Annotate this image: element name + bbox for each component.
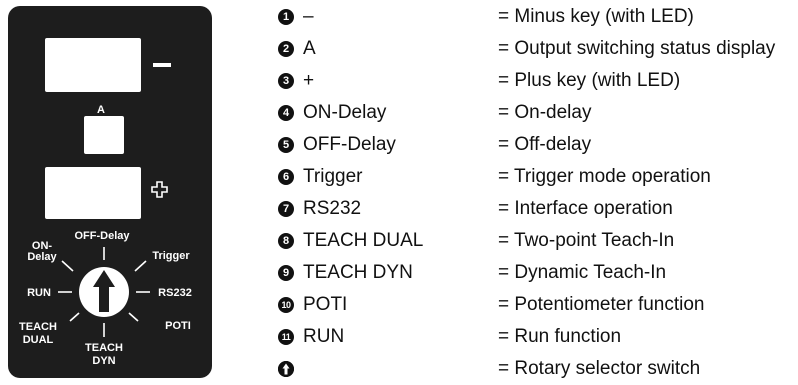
legend-description: = Off-delay (498, 134, 592, 155)
legend-description: = Two-point Teach-In (498, 230, 675, 251)
dial-label-off-delay: OFF-Delay (74, 230, 130, 242)
output-status-display (84, 116, 124, 154)
number-badge: 11 (278, 329, 294, 345)
legend-key: + (303, 70, 315, 91)
dial-label-teach-dyn-2: DYN (92, 355, 115, 367)
legend-key: RS232 (303, 198, 362, 219)
device-front-panel: A OFF-Delay ON- Delay Trigger RUN RS232 … (8, 6, 212, 378)
legend-key: Trigger (303, 166, 363, 187)
legend-description: = Output switching status display (498, 38, 776, 59)
number-badge: 1 (278, 9, 294, 25)
legend-row-6: 6 Trigger = Trigger mode operation (278, 163, 798, 191)
legend-description: = Run function (498, 326, 622, 347)
number-badge: 6 (278, 169, 294, 185)
legend-description: = Rotary selector switch (498, 358, 701, 379)
number-badge: 10 (278, 297, 294, 313)
legend-description: = Potentiometer function (498, 294, 705, 315)
legend-key: OFF-Delay (303, 134, 396, 155)
dial-label-trigger: Trigger (152, 250, 190, 262)
legend-row-2: 2 A = Output switching status display (278, 35, 798, 63)
legend-key: TEACH DYN (303, 262, 413, 283)
legend-row-7: 7 RS232 = Interface operation (278, 195, 798, 223)
legend-key: RUN (303, 326, 345, 347)
dial-label-teach-dual-2: DUAL (23, 334, 54, 346)
legend-key: ON-Delay (303, 102, 387, 123)
rotary-selector-switch[interactable] (79, 267, 129, 317)
number-badge: 5 (278, 137, 294, 153)
minus-display-window (45, 38, 141, 92)
legend-row-8: 8 TEACH DUAL = Two-point Teach-In (278, 227, 798, 255)
legend-row-12: = Rotary selector switch (278, 355, 798, 383)
legend-row-1: 1 – = Minus key (with LED) (278, 3, 798, 31)
legend-description: = Plus key (with LED) (498, 70, 681, 91)
legend-row-4: 4 ON-Delay = On-delay (278, 99, 798, 127)
number-badge: 3 (278, 73, 294, 89)
minus-key[interactable] (153, 63, 171, 67)
legend-key: A (303, 38, 316, 59)
number-badge: 2 (278, 41, 294, 57)
legend-row-9: 9 TEACH DYN = Dynamic Teach-In (278, 259, 798, 287)
rotary-arrow-icon (278, 361, 294, 377)
dial-label-rs232: RS232 (158, 287, 192, 299)
legend-row-3: 3 + = Plus key (with LED) (278, 67, 798, 95)
legend-description: = Interface operation (498, 198, 673, 219)
a-display-label: A (97, 104, 105, 116)
dial-label-teach-dyn-1: TEACH (85, 342, 123, 354)
legend-description: = Trigger mode operation (498, 166, 711, 187)
number-badge: 9 (278, 265, 294, 281)
plus-display-window (45, 167, 141, 219)
dial-label-poti: POTI (165, 320, 191, 332)
plus-key[interactable] (151, 181, 168, 198)
legend-key: POTI (303, 294, 348, 315)
legend-row-10: 10 POTI = Potentiometer function (278, 291, 798, 319)
legend-key: TEACH DUAL (303, 230, 424, 251)
legend-row-5: 5 OFF-Delay = Off-delay (278, 131, 798, 159)
legend-description: = Dynamic Teach-In (498, 262, 667, 283)
legend-description: = On-delay (498, 102, 592, 123)
number-badge: 7 (278, 201, 294, 217)
legend-description: = Minus key (with LED) (498, 6, 694, 27)
dial-label-teach-dual-1: TEACH (19, 321, 57, 333)
number-badge: 8 (278, 233, 294, 249)
dial-label-run: RUN (27, 287, 51, 299)
dial-label-on-delay-2: Delay (27, 251, 57, 263)
legend-key: – (303, 6, 314, 27)
number-badge: 4 (278, 105, 294, 121)
legend-row-11: 11 RUN = Run function (278, 323, 798, 351)
panel-drawing: A OFF-Delay ON- Delay Trigger RUN RS232 … (19, 38, 192, 367)
